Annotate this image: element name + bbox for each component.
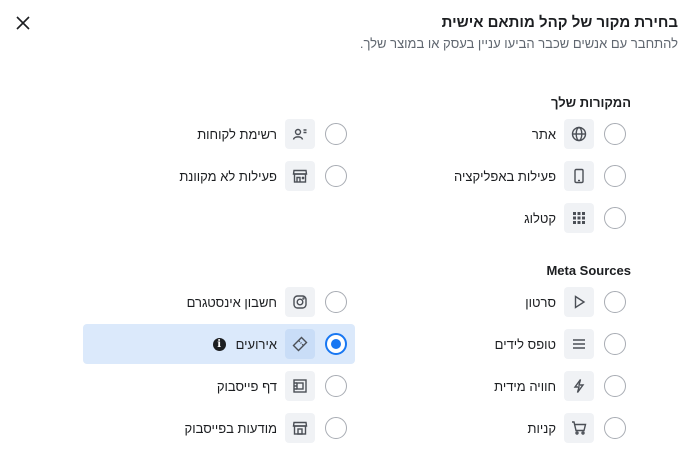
option-label: טופס לידים [494, 336, 556, 352]
radio-offline-activity[interactable] [325, 165, 347, 187]
option-catalog[interactable]: קטלוג [348, 198, 634, 238]
info-icon[interactable]: i [212, 337, 226, 351]
contact-list-icon [285, 119, 315, 149]
radio-catalog[interactable] [604, 207, 626, 229]
radio-shopping[interactable] [604, 417, 626, 439]
radio-facebook-page[interactable] [325, 375, 347, 397]
option-label: פעילות באפליקציה [454, 168, 556, 184]
radio-instagram-account[interactable] [325, 291, 347, 313]
option-shopping[interactable]: קניות [348, 408, 634, 448]
lightning-icon [564, 371, 594, 401]
option-label: חוויה מידית [494, 378, 556, 394]
mobile-icon [564, 161, 594, 191]
play-icon [564, 287, 594, 317]
option-label: סרטון [525, 294, 556, 310]
section-title-meta-sources: Meta Sources [546, 263, 631, 278]
radio-facebook-listings[interactable] [325, 417, 347, 439]
option-instant-experience[interactable]: חוויה מידית [348, 366, 634, 406]
ticket-icon [285, 329, 315, 359]
radio-instant-experience[interactable] [604, 375, 626, 397]
option-video[interactable]: סרטון [348, 282, 634, 322]
page-icon [285, 371, 315, 401]
radio-website[interactable] [604, 123, 626, 145]
option-events[interactable]: אירועים i [83, 324, 355, 364]
option-label: מודעות בפייסבוק [184, 420, 277, 436]
option-label: חשבון אינסטגרם [186, 294, 277, 310]
option-label: פעילות לא מקוונת [179, 168, 277, 184]
dialog-subtitle: להתחבר עם אנשים שכבר הביעו עניין בעסק או… [359, 36, 678, 51]
globe-icon [564, 119, 594, 149]
option-label: קניות [527, 420, 556, 436]
store-icon [285, 161, 315, 191]
option-facebook-page[interactable]: דף פייסבוק [83, 366, 355, 406]
radio-customer-list[interactable] [325, 123, 347, 145]
radio-video[interactable] [604, 291, 626, 313]
option-customer-list[interactable]: רשימת לקוחות [83, 114, 355, 154]
grid-icon [564, 203, 594, 233]
shop-icon [285, 413, 315, 443]
cart-icon [564, 413, 594, 443]
lines-icon [564, 329, 594, 359]
option-facebook-listings[interactable]: מודעות בפייסבוק [83, 408, 355, 448]
option-lead-form[interactable]: טופס לידים [348, 324, 634, 364]
option-label: אתר [531, 126, 556, 142]
option-label: דף פייסבוק [216, 378, 277, 394]
dialog-title: בחירת מקור של קהל מותאם אישית [441, 14, 678, 31]
option-label: רשימת לקוחות [197, 126, 277, 142]
instagram-icon [285, 287, 315, 317]
option-instagram-account[interactable]: חשבון אינסטגרם [83, 282, 355, 322]
option-app-activity[interactable]: פעילות באפליקציה [348, 156, 634, 196]
close-icon [16, 16, 30, 30]
option-offline-activity[interactable]: פעילות לא מקוונת [83, 156, 355, 196]
radio-events[interactable] [325, 333, 347, 355]
section-title-your-sources: המקורות שלך [550, 95, 631, 110]
radio-lead-form[interactable] [604, 333, 626, 355]
option-label: קטלוג [524, 210, 556, 226]
option-website[interactable]: אתר [348, 114, 634, 154]
close-button[interactable] [12, 12, 34, 34]
radio-app-activity[interactable] [604, 165, 626, 187]
option-label: אירועים [235, 336, 277, 352]
